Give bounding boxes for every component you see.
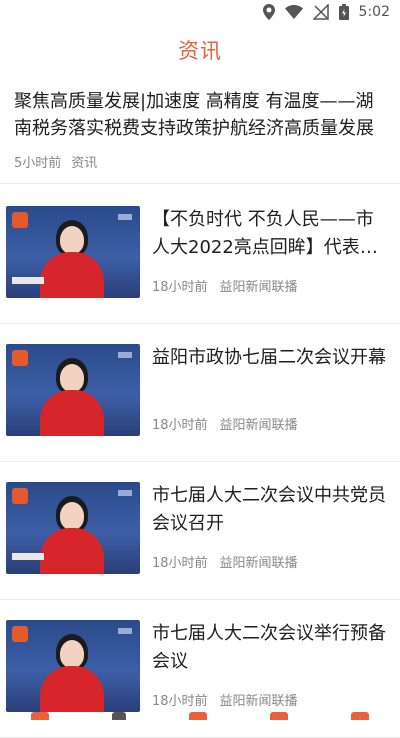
news-list: 【不负时代 不负人民——市人大2022亮点回眸】代表履职 18小时前 益阳新闻联… xyxy=(0,186,400,738)
list-item-text: 【不负时代 不负人民——市人大2022亮点回眸】代表履职 18小时前 益阳新闻联… xyxy=(140,206,386,295)
location-icon xyxy=(262,4,275,20)
caption-banner xyxy=(12,277,44,284)
list-item-source: 益阳新闻联播 xyxy=(219,556,298,571)
list-item-meta: 18小时前 益阳新闻联播 xyxy=(152,276,386,295)
top-article[interactable]: 聚焦高质量发展|加速度 高精度 有温度——湖南税务落实税费支持政策护航经济高质量… xyxy=(0,80,400,184)
page-title: 资讯 xyxy=(178,39,222,63)
list-item-source: 益阳新闻联播 xyxy=(219,418,298,433)
list-item-meta: 18小时前 益阳新闻联播 xyxy=(152,690,386,709)
news-thumbnail[interactable] xyxy=(6,344,140,436)
bottom-nav xyxy=(0,708,400,720)
news-thumbnail[interactable] xyxy=(6,620,140,712)
caption-banner xyxy=(12,553,44,560)
anchor-body xyxy=(40,390,104,436)
signal-off-icon xyxy=(312,4,329,20)
wifi-icon xyxy=(284,5,303,19)
top-article-source: 资讯 xyxy=(71,156,98,171)
list-item-source: 益阳新闻联播 xyxy=(219,280,298,295)
list-item-text: 益阳市政协七届二次会议开幕 18小时前 益阳新闻联播 xyxy=(140,344,386,433)
list-item-time: 18小时前 xyxy=(152,418,208,433)
list-item-title[interactable]: 【不负时代 不负人民——市人大2022亮点回眸】代表履职 xyxy=(152,206,386,262)
list-item-title[interactable]: 益阳市政协七届二次会议开幕 xyxy=(152,344,386,400)
nav-tab-4-icon[interactable] xyxy=(269,712,288,720)
battery-icon xyxy=(338,4,349,20)
list-item-time: 18小时前 xyxy=(152,556,208,571)
list-item[interactable]: 市七届人大二次会议中共党员会议召开 18小时前 益阳新闻联播 xyxy=(0,462,400,600)
nav-home-icon[interactable] xyxy=(31,712,50,720)
top-article-time: 5小时前 xyxy=(14,156,62,171)
anchor-body xyxy=(40,252,104,298)
channel-logo-icon xyxy=(12,488,28,504)
anchor-face xyxy=(60,502,84,530)
news-thumbnail[interactable] xyxy=(6,206,140,298)
list-item-text: 市七届人大二次会议中共党员会议召开 18小时前 益阳新闻联播 xyxy=(140,482,386,571)
app-header: 资讯 xyxy=(0,24,400,76)
list-item[interactable]: 益阳市政协七届二次会议开幕 18小时前 益阳新闻联播 xyxy=(0,324,400,462)
list-item-title[interactable]: 市七届人大二次会议举行预备会议 xyxy=(152,620,386,676)
anchor-body xyxy=(40,666,104,712)
news-thumbnail[interactable] xyxy=(6,482,140,574)
top-article-meta: 5小时前 资讯 xyxy=(14,152,386,171)
list-item-time: 18小时前 xyxy=(152,280,208,295)
nav-tab-2-icon[interactable] xyxy=(112,712,127,720)
list-item[interactable]: 【不负时代 不负人民——市人大2022亮点回眸】代表履职 18小时前 益阳新闻联… xyxy=(0,186,400,324)
tv-watermark-icon xyxy=(118,352,132,358)
nav-tab-5-icon[interactable] xyxy=(350,712,369,720)
list-item-meta: 18小时前 益阳新闻联播 xyxy=(152,552,386,571)
anchor-face xyxy=(60,226,84,254)
status-time: 5:02 xyxy=(358,4,390,20)
list-item-meta: 18小时前 益阳新闻联播 xyxy=(152,414,386,433)
top-article-headline[interactable]: 聚焦高质量发展|加速度 高精度 有温度——湖南税务落实税费支持政策护航经济高质量… xyxy=(14,88,386,142)
anchor-body xyxy=(40,528,104,574)
list-item-text: 市七届人大二次会议举行预备会议 18小时前 益阳新闻联播 xyxy=(140,620,386,709)
list-item-title[interactable]: 市七届人大二次会议中共党员会议召开 xyxy=(152,482,386,538)
channel-logo-icon xyxy=(12,626,28,642)
status-bar: 5:02 xyxy=(0,0,400,24)
anchor-face xyxy=(60,640,84,668)
nav-tab-3-icon[interactable] xyxy=(188,712,207,720)
anchor-face xyxy=(60,364,84,392)
tv-watermark-icon xyxy=(118,214,132,220)
tv-watermark-icon xyxy=(118,490,132,496)
channel-logo-icon xyxy=(12,350,28,366)
list-item-time: 18小时前 xyxy=(152,694,208,709)
tv-watermark-icon xyxy=(118,628,132,634)
channel-logo-icon xyxy=(12,212,28,228)
list-item-source: 益阳新闻联播 xyxy=(219,694,298,709)
